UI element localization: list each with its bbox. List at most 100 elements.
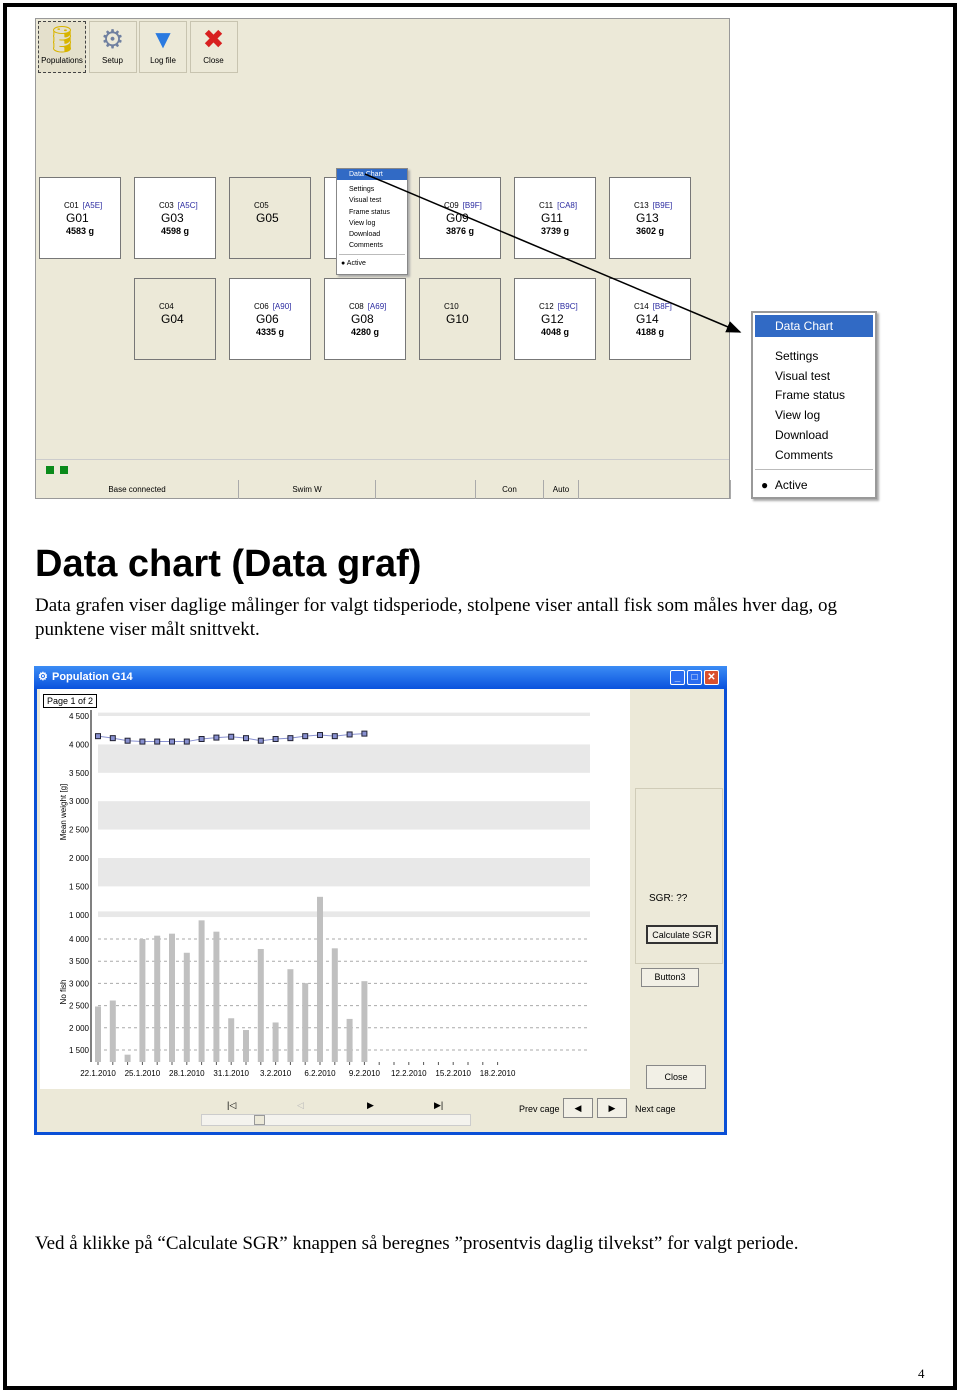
bar <box>183 952 190 1062</box>
x-tick-label: 15.2.2010 <box>435 1069 471 1078</box>
chart-window: ⚙ Population G14 _ □ ✕ 4 500 4 000 3 500 3 … <box>34 666 727 1135</box>
weight-point <box>109 735 116 742</box>
bar <box>169 933 175 1062</box>
intro-text-line2: punktene viser målt snittvekt. <box>35 619 260 640</box>
grid-band <box>98 801 590 830</box>
grid-band <box>98 858 590 887</box>
weight-point <box>317 732 323 739</box>
weight-point <box>287 735 294 742</box>
x-tick-label: 18.2.2010 <box>480 1069 516 1078</box>
y-axis-label: No fish <box>59 980 68 1005</box>
bar <box>243 1030 249 1062</box>
x-tick-label: 25.1.2010 <box>125 1069 161 1078</box>
menu-item-visual-test[interactable]: Visual test <box>753 367 875 387</box>
prev-page-button[interactable]: ◁ <box>297 1100 304 1111</box>
weight-point <box>139 738 146 745</box>
bar <box>139 939 146 1062</box>
bar <box>198 920 205 1062</box>
bar <box>95 1006 101 1062</box>
menu-item-frame-status[interactable]: Frame status <box>753 386 875 406</box>
x-tick-label: 9.2.2010 <box>349 1069 381 1078</box>
y-tick-label: 1 500 <box>69 1046 90 1055</box>
bar <box>302 983 309 1062</box>
next-cage-button[interactable]: ▶ <box>597 1098 627 1118</box>
section-heading: Data chart (Data graf) <box>35 543 422 585</box>
weight-point <box>124 737 131 744</box>
x-tick-label: 12.2.2010 <box>391 1069 427 1078</box>
x-tick-label: 31.1.2010 <box>213 1069 249 1078</box>
menu-item-view-log[interactable]: View log <box>753 406 875 426</box>
grid-band <box>98 911 590 918</box>
chart-svg: 4 500 4 000 3 500 3 000 2 500 2 000 1 500 1 000… <box>59 710 590 1078</box>
weight-point <box>213 734 220 741</box>
bar <box>317 896 323 1062</box>
weight-point <box>228 733 235 740</box>
weight-point <box>183 738 190 745</box>
y-tick-label: 4 000 <box>69 740 90 749</box>
bar <box>124 1054 131 1062</box>
bar <box>346 1018 353 1062</box>
weight-point <box>154 738 161 745</box>
bar <box>213 931 220 1062</box>
bar <box>154 935 161 1062</box>
x-tick-label: 22.1.2010 <box>80 1069 116 1078</box>
menu-item-active[interactable]: ● Active <box>753 476 875 496</box>
y-tick-label: 2 500 <box>69 826 90 835</box>
bar <box>331 948 338 1062</box>
y-axis-label: Mean weight [g] <box>59 784 68 840</box>
bar <box>109 1000 116 1062</box>
sgr-value: SGR: ?? <box>649 893 688 904</box>
weight-point <box>302 733 309 740</box>
button3[interactable]: Button3 <box>641 968 699 987</box>
y-tick-label: 3 500 <box>69 769 90 778</box>
weight-point <box>198 736 205 743</box>
grid-band <box>98 712 590 716</box>
next-cage-label: Next cage <box>635 1104 676 1114</box>
y-tick-label: 3 000 <box>69 979 90 988</box>
first-page-button[interactable]: |◁ <box>227 1100 236 1111</box>
bar <box>287 969 294 1062</box>
bar <box>257 948 264 1062</box>
x-tick-label: 6.2.2010 <box>304 1069 336 1078</box>
bar <box>228 1018 235 1062</box>
page-number: 4 <box>918 1366 925 1381</box>
y-tick-label: 2 000 <box>69 1024 90 1033</box>
menu-item-download[interactable]: Download <box>753 426 875 446</box>
y-tick-label: 3 500 <box>69 957 90 966</box>
y-tick-label: 1 500 <box>69 882 90 891</box>
weight-point <box>346 731 353 738</box>
y-tick-label: 2 000 <box>69 854 90 863</box>
menu-item-settings[interactable]: Settings <box>753 347 875 367</box>
last-page-button[interactable]: ▶| <box>434 1100 443 1111</box>
weight-point <box>361 730 368 737</box>
weight-point <box>272 736 279 743</box>
prev-cage-label: Prev cage <box>519 1104 560 1114</box>
menu-item-data-chart[interactable]: Data Chart <box>755 315 873 337</box>
x-tick-label: 3.2.2010 <box>260 1069 292 1078</box>
bar <box>272 1022 279 1062</box>
y-tick-label: 3 000 <box>69 797 90 806</box>
outro-text: Ved å klikke på “Calculate SGR” knappen … <box>35 1233 799 1254</box>
weight-point <box>331 733 338 740</box>
y-tick-label: 4 000 <box>69 935 90 944</box>
page-indicator: Page 1 of 2 <box>43 694 98 708</box>
menu-item-comments[interactable]: Comments <box>753 446 875 466</box>
context-menu-enlarged: Data Chart Settings Visual test Frame st… <box>751 311 877 499</box>
y-tick-label: 1 000 <box>69 911 90 920</box>
y-tick-label: 2 500 <box>69 1002 90 1011</box>
close-button[interactable]: Close <box>646 1065 706 1089</box>
weight-point <box>95 733 101 740</box>
weight-point <box>169 738 175 745</box>
weight-point <box>243 735 249 742</box>
weight-point <box>257 737 264 744</box>
prev-cage-button[interactable]: ◀ <box>563 1098 593 1118</box>
grid-band <box>98 744 590 773</box>
calculate-sgr-button[interactable]: Calculate SGR <box>646 925 718 944</box>
next-page-button[interactable]: ▶ <box>367 1100 374 1111</box>
bar <box>361 981 368 1062</box>
y-tick-label: 4 500 <box>69 712 90 721</box>
intro-text-line1: Data grafen viser daglige målinger for v… <box>35 595 837 616</box>
scrollbar-thumb[interactable] <box>254 1115 265 1125</box>
horizontal-scrollbar[interactable] <box>201 1114 471 1126</box>
x-tick-label: 28.1.2010 <box>169 1069 205 1078</box>
